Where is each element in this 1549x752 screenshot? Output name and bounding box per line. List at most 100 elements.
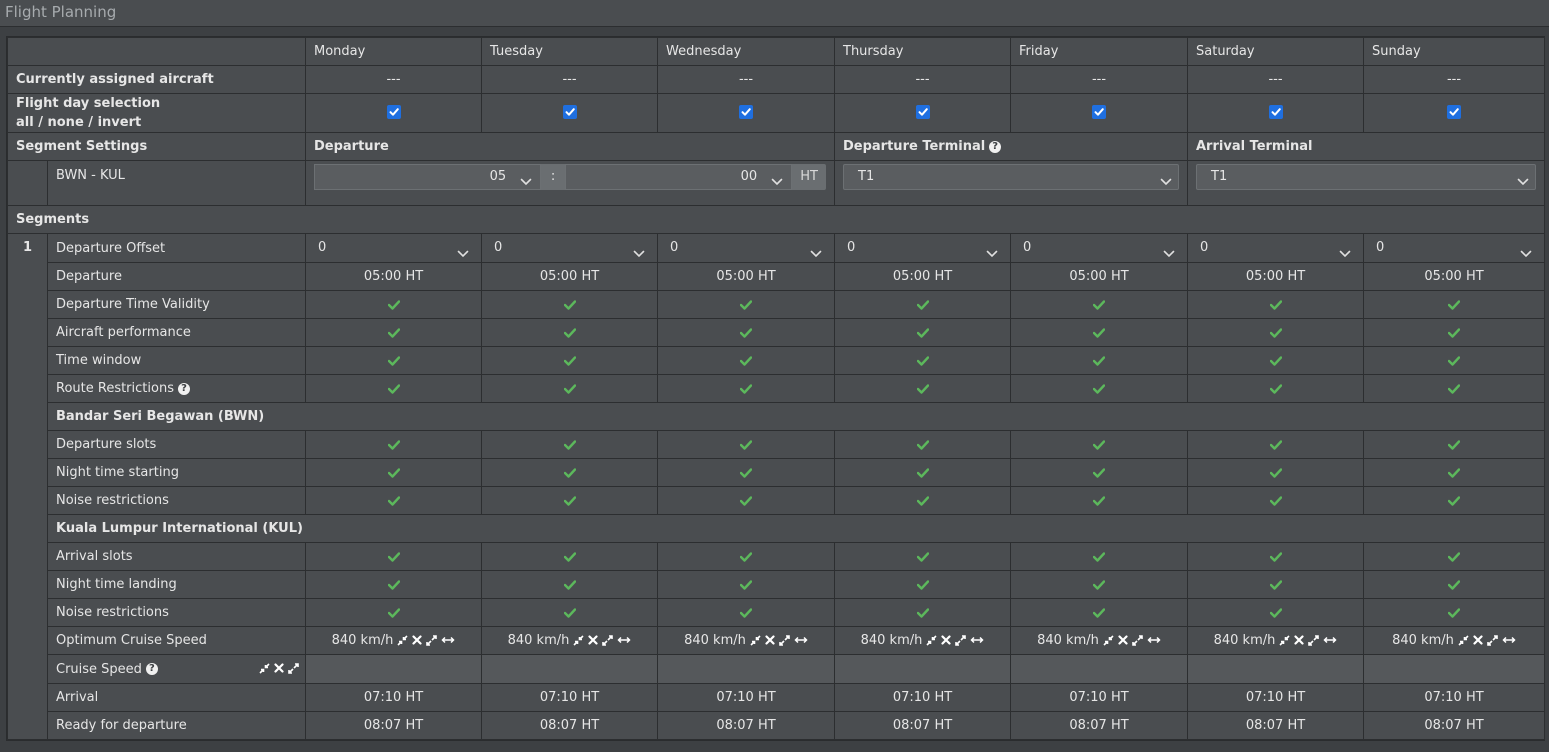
expand-icon[interactable] [602,635,614,646]
cruise-speed-slider-thursday[interactable] [834,654,1011,684]
x-icon[interactable] [941,635,951,646]
cruise-speed-slider-sunday[interactable] [1363,654,1545,684]
check-icon [1448,437,1460,452]
departure-terminal-select[interactable]: T1 [843,164,1179,190]
arrows-horizontal-icon[interactable] [1147,635,1161,646]
check-icon [1093,353,1105,368]
arrival-terminal-select[interactable]: T1 [1196,164,1536,190]
departure-minute-select[interactable]: 00 [565,164,793,190]
expand-icon[interactable] [1487,635,1498,646]
flight-day-checkbox-sunday[interactable] [1447,105,1461,119]
arrows-horizontal-icon[interactable] [970,635,984,646]
compress-icon[interactable] [1103,635,1114,646]
departure-offset-select-saturday[interactable]: 0 [1194,235,1357,261]
cruise-speed-slider-friday[interactable] [1010,654,1188,684]
ready-time-value: 08:07 HT [1363,711,1545,740]
cruise-speed-slider-wednesday[interactable] [657,654,835,684]
check-icon [1448,325,1460,340]
x-icon[interactable] [765,635,775,646]
route-restrictions-help-icon[interactable]: ? [177,382,190,395]
arrival-time-value: 07:10 HT [834,683,1011,712]
expand-icon[interactable] [1308,635,1320,646]
check-icon [916,605,929,620]
compress-icon[interactable] [259,663,270,674]
check-icon [1093,437,1105,452]
departure-terminal-help-icon[interactable]: ? [989,140,1002,153]
flight-day-checkbox-monday[interactable] [386,105,401,119]
departure-offset-label: Departure Offset [47,233,306,263]
check-icon [387,297,400,312]
flight-day-checkbox-thursday[interactable] [915,105,930,119]
arrows-horizontal-icon[interactable] [441,635,455,646]
expand-icon[interactable] [288,663,299,674]
x-icon[interactable] [1473,635,1483,646]
expand-icon[interactable] [426,635,438,646]
compress-icon[interactable] [573,635,584,646]
cruise-speed-slider-tuesday[interactable] [481,654,658,684]
flight-day-checkbox-saturday[interactable] [1268,105,1283,119]
check-icon [1448,465,1460,480]
check-icon [916,493,929,508]
check-icon [387,605,400,620]
optimum-speed-value: 840 km/h [860,633,923,648]
flight-day-checkbox-tuesday[interactable] [562,105,577,119]
assigned-aircraft-value: --- [1010,65,1188,94]
arrival-terminal-label: Arrival Terminal [1187,132,1545,161]
x-icon[interactable] [1118,635,1128,646]
cruise-speed-slider-monday[interactable] [305,654,482,684]
check-icon [1269,353,1282,368]
chevron-down-icon [1339,243,1351,258]
check-icon [740,493,752,508]
check-icon [1093,493,1105,508]
expand-icon[interactable] [779,635,790,646]
compress-icon[interactable] [1279,635,1290,646]
x-icon[interactable] [412,635,422,646]
arrows-horizontal-icon[interactable] [617,635,631,646]
arrows-horizontal-icon[interactable] [1323,635,1337,646]
arrows-horizontal-icon[interactable] [1502,635,1516,646]
departure-offset-select-thursday[interactable]: 0 [841,235,1004,261]
check-icon [563,381,576,396]
x-icon[interactable] [588,635,598,646]
cruise-speed-slider-saturday[interactable] [1187,654,1364,684]
select-none-link[interactable]: none [48,115,84,130]
check-icon [1269,577,1282,592]
departure-offset-select-tuesday[interactable]: 0 [488,235,651,261]
check-icon [916,353,929,368]
arrows-horizontal-icon[interactable] [794,635,808,646]
departure-column-label: Departure [305,132,835,161]
chevron-down-icon [1517,172,1529,186]
compress-icon[interactable] [1458,635,1469,646]
flight-day-checkbox-wednesday[interactable] [739,105,753,119]
assigned-aircraft-value: --- [834,65,1011,94]
cruise-speed-help-icon[interactable]: ? [145,663,158,675]
expand-icon[interactable] [955,635,967,646]
check-icon [1269,549,1282,564]
check-row-label: Route Restrictions? [47,374,306,403]
departure-time-value: 05:00 HT [834,262,1011,291]
check-icon [563,437,576,452]
select-all-link[interactable]: all [16,115,34,130]
x-icon[interactable] [274,663,284,674]
x-icon[interactable] [1294,635,1304,646]
segments-label: Segments [7,205,1545,234]
departure-hour-select[interactable]: 05 [314,164,542,190]
departure-offset-select-sunday[interactable]: 0 [1370,235,1538,261]
cruise-speed-label-cell: Cruise Speed? [47,654,306,684]
departure-offset-select-monday[interactable]: 0 [312,235,475,261]
segment-number: 1 [7,233,48,740]
departure-offset-select-friday[interactable]: 0 [1017,235,1181,261]
flight-day-checkbox-friday[interactable] [1092,105,1106,119]
check-row-label: Aircraft performance [47,318,306,347]
compress-icon[interactable] [397,635,408,646]
departure-offset-select-wednesday[interactable]: 0 [664,235,828,261]
check-icon [387,465,400,480]
check-icon [563,465,576,480]
compress-icon[interactable] [750,635,761,646]
check-icon [740,577,752,592]
compress-icon[interactable] [926,635,937,646]
ready-time-value: 08:07 HT [481,711,658,740]
chevron-down-icon [520,172,532,186]
expand-icon[interactable] [1132,635,1143,646]
invert-selection-link[interactable]: invert [98,115,142,130]
